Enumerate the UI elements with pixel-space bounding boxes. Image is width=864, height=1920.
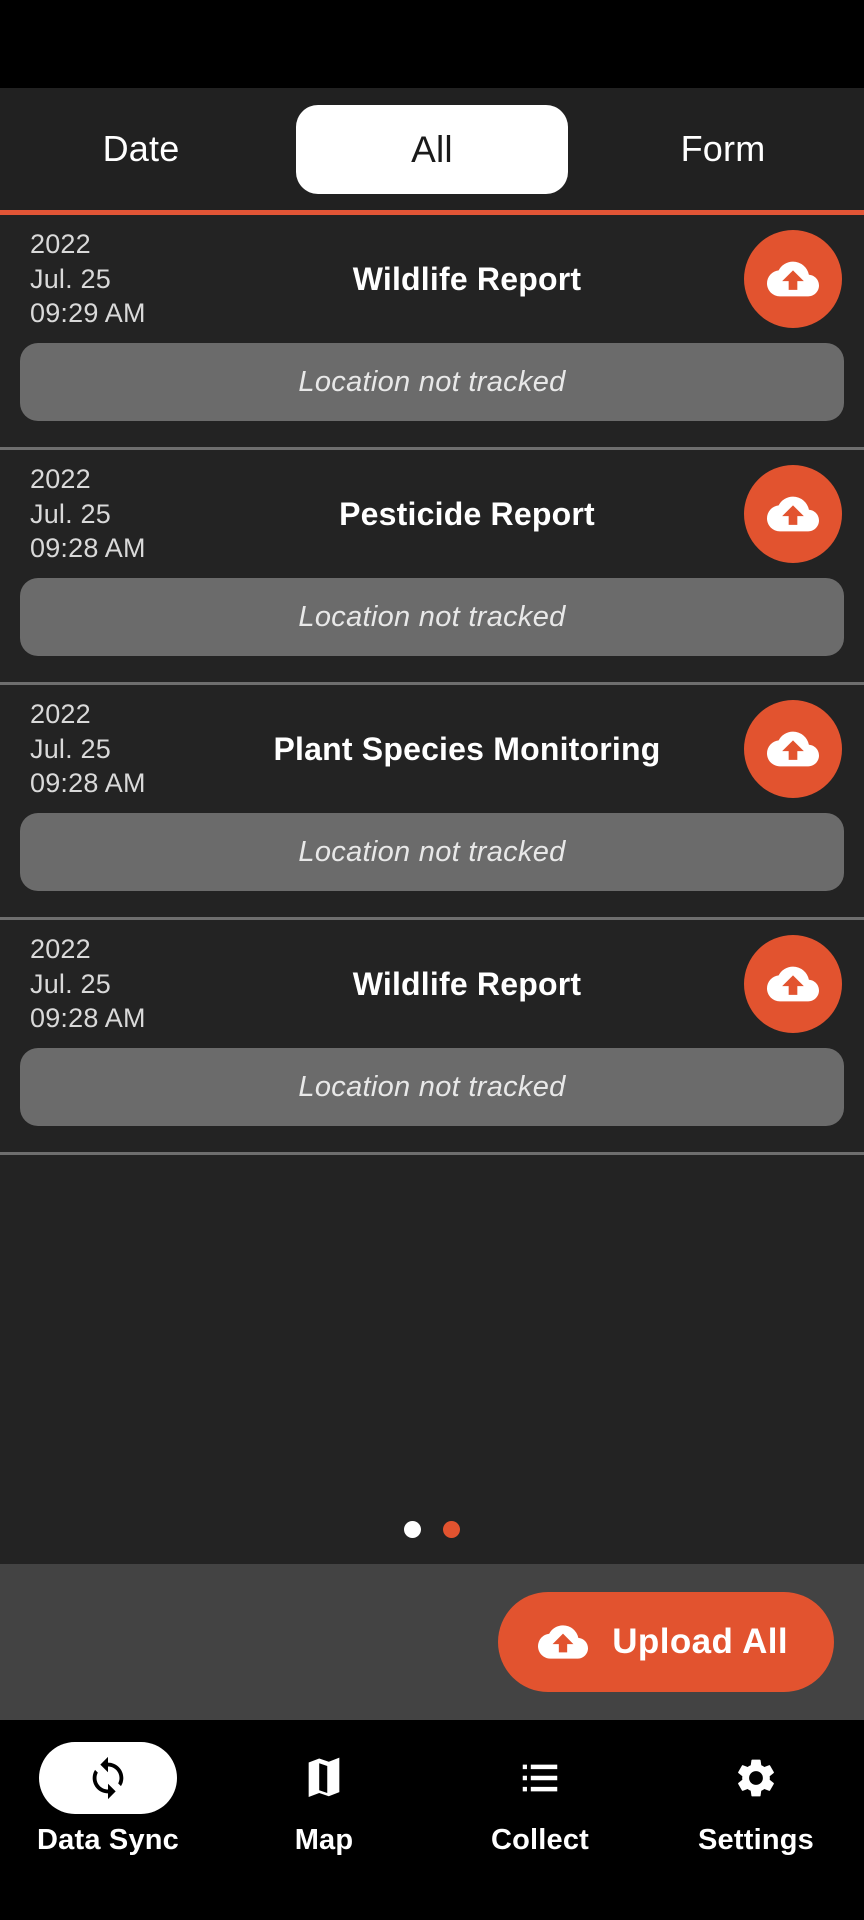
page-dot-1[interactable] [404,1521,421,1538]
nav-icon-background [39,1742,177,1814]
record-timestamp: 2022 Jul. 25 09:29 AM [30,227,230,331]
table-row[interactable]: 2022 Jul. 25 09:29 AM Wildlife Report Lo… [0,215,864,450]
record-header: 2022 Jul. 25 09:28 AM Pesticide Report [0,450,864,578]
nav-label-settings: Settings [698,1824,814,1856]
nav-item-collect[interactable]: Collect [432,1742,648,1857]
cloud-upload-icon [767,966,819,1002]
tab-date[interactable]: Date [0,109,282,189]
filter-tab-bar: Date All Form [0,88,864,210]
record-timestamp: 2022 Jul. 25 09:28 AM [30,932,230,1036]
status-bar [0,0,864,88]
page-dot-2[interactable] [443,1521,460,1538]
tab-form[interactable]: Form [582,109,864,189]
record-time: 09:28 AM [30,533,146,564]
tab-all[interactable]: All [296,104,568,194]
record-title: Wildlife Report [352,260,582,297]
location-status: Location not tracked [20,578,844,656]
nav-label-data-sync: Data Sync [36,1824,180,1856]
location-status: Location not tracked [20,343,844,421]
cloud-upload-icon [767,731,819,767]
table-row[interactable]: 2022 Jul. 25 09:28 AM Plant Species Moni… [0,685,864,920]
record-date: Jul. 25 [30,733,111,764]
upload-record-button[interactable] [744,935,842,1033]
record-date: Jul. 25 [30,498,111,529]
record-year: 2022 [30,699,91,730]
record-list: 2022 Jul. 25 09:29 AM Wildlife Report Lo… [0,215,864,1564]
nav-icon-background [687,1742,825,1814]
record-header: 2022 Jul. 25 09:28 AM Plant Species Moni… [0,685,864,813]
record-year: 2022 [30,464,91,495]
bottom-navigation: Data Sync Map Collect Settings [0,1720,864,1920]
nav-item-settings[interactable]: Settings [648,1742,864,1857]
table-row[interactable]: 2022 Jul. 25 09:28 AM Pesticide Report L… [0,450,864,685]
action-footer: Upload All [0,1564,864,1720]
nav-item-map[interactable]: Map [216,1742,432,1857]
record-title: Plant Species Monitoring [273,730,661,767]
record-time: 09:28 AM [30,1003,146,1034]
nav-label-map: Map [294,1824,354,1856]
nav-item-data-sync[interactable]: Data Sync [0,1742,216,1857]
gear-icon [738,1759,774,1797]
upload-all-button[interactable]: Upload All [498,1592,834,1692]
record-timestamp: 2022 Jul. 25 09:28 AM [30,462,230,566]
app-screen: Date All Form 2022 Jul. 25 09:29 AM Wild… [0,0,864,1920]
list-icon [522,1764,558,1792]
table-row[interactable]: 2022 Jul. 25 09:28 AM Wildlife Report Lo… [0,920,864,1155]
nav-icon-background [255,1742,393,1814]
record-date: Jul. 25 [30,263,111,294]
record-header: 2022 Jul. 25 09:29 AM Wildlife Report [0,215,864,343]
cloud-upload-icon [767,496,819,532]
map-icon [308,1757,340,1797]
record-title: Wildlife Report [352,965,582,1002]
cloud-upload-icon [538,1625,589,1659]
record-time: 09:28 AM [30,768,146,799]
upload-record-button[interactable] [744,465,842,563]
location-status: Location not tracked [20,813,844,891]
upload-record-button[interactable] [744,700,842,798]
record-header: 2022 Jul. 25 09:28 AM Wildlife Report [0,920,864,1048]
record-time: 09:29 AM [30,298,146,329]
cloud-upload-icon [767,261,819,297]
nav-icon-background [471,1742,609,1814]
location-status: Location not tracked [20,1048,844,1126]
record-year: 2022 [30,229,91,260]
sync-icon [92,1756,124,1800]
upload-record-button[interactable] [744,230,842,328]
record-title: Pesticide Report [339,495,595,532]
nav-label-collect: Collect [490,1824,590,1856]
upload-all-label: Upload All [612,1622,788,1661]
record-year: 2022 [30,934,91,965]
page-indicator [0,1521,864,1538]
record-date: Jul. 25 [30,968,111,999]
record-timestamp: 2022 Jul. 25 09:28 AM [30,697,230,801]
